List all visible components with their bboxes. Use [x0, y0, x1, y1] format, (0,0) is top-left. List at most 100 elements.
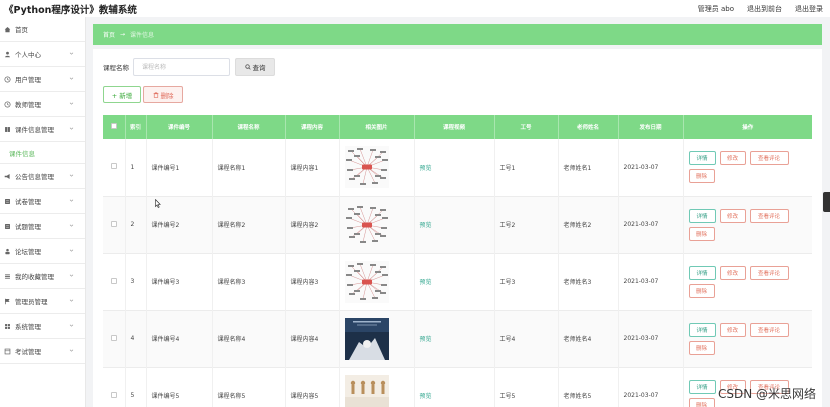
delete-button[interactable]: 删除	[688, 283, 715, 298]
add-button[interactable]: + 新增	[103, 86, 141, 103]
publish-date: 2021-03-07	[618, 196, 684, 253]
select-all-header[interactable]	[103, 115, 126, 139]
sidebar-item[interactable]: 管理员管理	[0, 289, 85, 314]
doc-icon	[3, 222, 11, 230]
row-checkbox[interactable]	[110, 163, 117, 170]
chevron-down-icon	[69, 102, 74, 105]
select-all-checkbox[interactable]	[110, 123, 117, 129]
action-row: + 新增 删除	[103, 86, 183, 103]
sidebar: 首页个人中心 用户管理 教师管理课件信息管理课件信息 公告信息管理 试卷管理 试题管理 论坛…	[0, 17, 86, 407]
chevron-down-icon	[69, 299, 74, 302]
video-preview-link[interactable]: 预览	[420, 393, 432, 400]
publish-date: 2021-03-07	[618, 253, 684, 310]
job-number: 工号3	[494, 253, 559, 310]
publish-date: 2021-03-07	[618, 310, 684, 367]
delete-button[interactable]: 删除	[688, 340, 715, 355]
course-name: 课程名称3	[212, 253, 286, 310]
sidebar-item[interactable]: 个人中心	[0, 42, 85, 67]
sidebar-item-label: 我的收藏管理	[15, 273, 54, 281]
edit-button[interactable]: 修改	[719, 208, 746, 223]
table-row: 5 课件编号5 课程名称5 课程内容5 预览 工号5 老师姓名5 2021-03-07 详情 修改…	[103, 367, 812, 407]
sidebar-item-label: 管理员管理	[15, 298, 48, 306]
row-index: 5	[125, 367, 147, 407]
sidebar-subitem-courseware[interactable]: 课件信息	[0, 142, 85, 164]
operation-buttons: 详情 修改 查看评论删除	[688, 265, 799, 298]
view-comments-button[interactable]: 查看评论	[749, 151, 789, 166]
detail-button[interactable]: 详情	[688, 322, 716, 337]
operations-cell: 详情 修改 查看评论删除	[683, 253, 812, 310]
course-name: 课程名称4	[212, 310, 286, 367]
video-preview-link[interactable]: 预览	[420, 279, 432, 286]
edit-button[interactable]: 修改	[719, 151, 746, 166]
row-select-cell	[103, 196, 126, 253]
back-to-front-link[interactable]: 退出到前台	[747, 4, 782, 14]
clock-icon	[3, 75, 11, 83]
sidebar-item[interactable]: 用户管理	[0, 67, 85, 92]
row-checkbox[interactable]	[110, 391, 117, 398]
chevron-down-icon	[69, 77, 74, 80]
related-image-cell	[339, 367, 415, 407]
breadcrumb-home[interactable]: 首页	[103, 30, 115, 39]
business-photo-thumbnail	[344, 317, 389, 360]
course-content: 课程内容2	[285, 196, 340, 253]
edit-button[interactable]: 修改	[719, 265, 746, 280]
chevron-down-icon	[69, 199, 74, 202]
logout-link[interactable]: 退出登录	[795, 4, 823, 14]
sidebar-item[interactable]: 系统管理	[0, 314, 85, 339]
detail-button[interactable]: 详情	[688, 151, 716, 166]
sidebar-item[interactable]: 试题管理	[0, 214, 85, 239]
detail-button[interactable]: 详情	[688, 265, 716, 280]
chevron-down-icon	[69, 274, 74, 277]
view-comments-button[interactable]: 查看评论	[749, 265, 789, 280]
delete-button[interactable]: 删除	[688, 397, 715, 407]
operation-buttons: 详情 修改 查看评论删除	[688, 322, 799, 355]
delete-button[interactable]: 删除	[688, 169, 715, 184]
view-comments-button[interactable]: 查看评论	[749, 322, 789, 337]
detail-button[interactable]: 详情	[688, 379, 716, 394]
search-icon	[244, 64, 251, 70]
user-icon	[3, 50, 11, 58]
sidebar-item[interactable]: 课件信息管理	[0, 117, 85, 142]
courseware-table: 索引 课件编号 课程名称 课程内容 相关图片 课程视频 工号 老师姓名 发布日期 操作 1 课件编号…	[103, 115, 812, 407]
sidebar-item[interactable]: 首页	[0, 17, 85, 42]
video-preview-link[interactable]: 预览	[420, 222, 432, 229]
publish-date: 2021-03-07	[618, 139, 684, 196]
row-index: 1	[125, 139, 147, 196]
admin-user-label: 管理员 abo	[697, 4, 734, 13]
video-preview-link[interactable]: 预览	[420, 336, 432, 343]
sidebar-item[interactable]: 考试管理	[0, 339, 85, 364]
sidebar-item-label: 首页	[15, 26, 28, 34]
operation-buttons: 详情 修改 查看评论删除	[688, 151, 799, 184]
sidebar-item[interactable]: 论坛管理	[0, 239, 85, 264]
row-checkbox[interactable]	[110, 220, 117, 227]
job-number: 工号1	[494, 139, 559, 196]
edit-button[interactable]: 修改	[719, 322, 746, 337]
view-comments-button[interactable]: 查看评论	[749, 208, 789, 223]
video-preview-link[interactable]: 预览	[420, 165, 432, 172]
sidebar-item[interactable]: 我的收藏管理	[0, 264, 85, 289]
courseware-code: 课件编号3	[146, 253, 213, 310]
table-row: 3 课件编号3 课程名称3 课程内容3 预览 工号3 老师姓名3 2021-03-07 详情 修改…	[103, 253, 812, 310]
delete-button[interactable]: 删除	[688, 226, 715, 241]
sidebar-item[interactable]: 试卷管理	[0, 189, 85, 214]
sidebar-item-label: 考试管理	[15, 348, 41, 356]
course-name-search-input[interactable]	[133, 58, 230, 76]
chevron-down-icon	[69, 324, 74, 327]
sidebar-item-label: 课件信息管理	[15, 126, 54, 134]
column-header: 课程视频	[414, 115, 495, 139]
detail-button[interactable]: 详情	[688, 208, 716, 223]
row-checkbox[interactable]	[110, 277, 117, 284]
side-collapse-handle[interactable]	[823, 192, 830, 212]
clock-icon	[3, 100, 11, 108]
operation-buttons: 详情 修改 查看评论删除	[688, 208, 799, 241]
row-index: 4	[125, 310, 147, 367]
content-panel: 课程名称 查询 + 新增 删除 索引课件编号课程名称课程内容相关图片课程视频工号…	[93, 49, 822, 407]
row-checkbox[interactable]	[110, 334, 117, 341]
sidebar-item[interactable]: 教师管理	[0, 92, 85, 117]
top-bar: 《Python程序设计》教辅系统 管理员 abo 退出到前台 退出登录	[0, 0, 830, 17]
courseware-code: 课件编号4	[146, 310, 213, 367]
sidebar-item[interactable]: 公告信息管理	[0, 164, 85, 189]
batch-delete-button[interactable]: 删除	[143, 86, 183, 103]
mindmap-thumbnail	[344, 203, 389, 246]
query-button[interactable]: 查询	[235, 58, 275, 76]
